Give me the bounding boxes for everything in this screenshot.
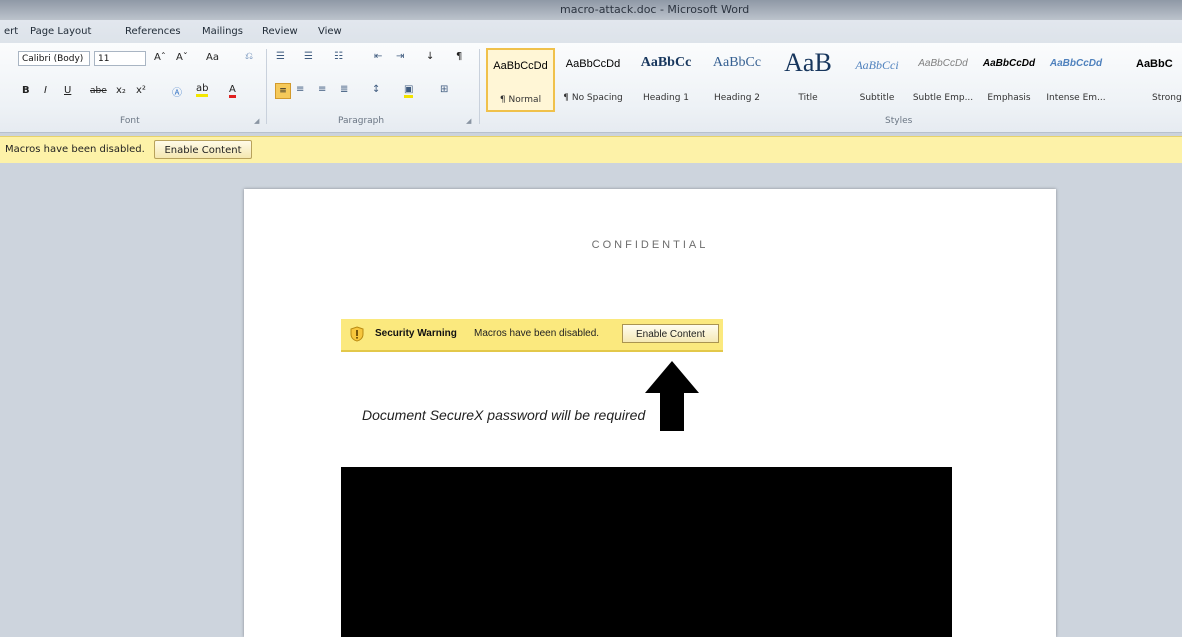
title-bar: macro-attack.doc - Microsoft Word xyxy=(0,0,1182,20)
align-center-icon[interactable]: ≡ xyxy=(296,84,304,95)
style-name: Heading 2 xyxy=(713,93,761,103)
security-warning-label: Security Warning xyxy=(375,328,457,339)
window-title: macro-attack.doc - Microsoft Word xyxy=(560,3,750,16)
style-sample: AaBbCci xyxy=(855,58,899,72)
grow-font-button[interactable]: Aˆ xyxy=(154,52,166,63)
group-label-paragraph: Paragraph xyxy=(338,116,385,126)
ribbon-tabs: ert Page Layout References Mailings Revi… xyxy=(0,20,1182,43)
style-subtitle[interactable]: AaBbCci Subtitle xyxy=(845,48,909,112)
group-label-font: Font xyxy=(120,116,140,126)
redacted-image xyxy=(341,467,952,637)
style-name: ¶ Normal xyxy=(499,95,542,105)
style-sample: AaBbCcDd xyxy=(1049,58,1103,69)
enable-content-button[interactable]: Enable Content xyxy=(154,140,252,159)
style-name: Heading 1 xyxy=(642,93,690,103)
subscript-button[interactable]: x₂ xyxy=(116,85,126,96)
sort-button[interactable]: ↓ xyxy=(426,51,434,62)
instruction-text: Document SecureX password will be requir… xyxy=(362,407,646,423)
style-intense-emphasis[interactable]: AaBbCcDd Intense Em... xyxy=(1043,48,1109,112)
tab-review[interactable]: Review xyxy=(262,26,298,37)
warning-shield-icon xyxy=(350,326,364,342)
style-title[interactable]: AaB Title xyxy=(774,48,842,112)
tab-references[interactable]: References xyxy=(125,26,181,37)
tab-mailings[interactable]: Mailings xyxy=(202,26,243,37)
style-sample: AaBbC xyxy=(1136,58,1173,70)
style-subtle-emphasis[interactable]: AaBbCcDd Subtle Emp... xyxy=(911,48,975,112)
fake-enable-content-button: Enable Content xyxy=(622,324,719,343)
style-sample: AaBbCc xyxy=(712,55,762,70)
message-bar-text: Macros have been disabled. xyxy=(5,144,145,155)
document-header: CONFIDENTIAL xyxy=(591,239,709,251)
style-sample: AaBbCc xyxy=(640,55,692,70)
style-emphasis[interactable]: AaBbCcDd Emphasis xyxy=(977,48,1041,112)
align-right-icon[interactable]: ≡ xyxy=(318,84,326,95)
text-effects-icon[interactable]: Ⓐ xyxy=(172,84,182,99)
arrow-up-icon xyxy=(645,361,699,431)
shrink-font-button[interactable]: Aˇ xyxy=(176,52,188,63)
style-name: Emphasis xyxy=(987,93,1031,103)
strikethrough-button[interactable]: abe xyxy=(90,86,107,96)
style-name: Intense Em... xyxy=(1046,93,1106,103)
bold-button[interactable]: B xyxy=(22,85,30,96)
paragraph-dialog-launcher-icon[interactable]: ◢ xyxy=(466,117,471,125)
shading-icon[interactable]: ▣ xyxy=(404,84,414,98)
justify-icon[interactable]: ≣ xyxy=(340,84,348,95)
security-warning-message: Macros have been disabled. xyxy=(474,328,600,339)
show-formatting-button[interactable]: ¶ xyxy=(456,51,462,62)
font-color-button[interactable]: A xyxy=(229,84,236,98)
style-heading-1[interactable]: AaBbCc Heading 1 xyxy=(632,48,700,112)
tab-view[interactable]: View xyxy=(318,26,342,37)
style-name: Subtle Emp... xyxy=(912,93,974,103)
superscript-button[interactable]: x² xyxy=(136,85,146,96)
ribbon: Calibri (Body) 11 Aˆ Aˇ Aa ⎌ B I U abe x… xyxy=(0,43,1182,133)
line-spacing-icon[interactable]: ↕ xyxy=(372,84,380,95)
style-sample: AaBbCcDd xyxy=(565,58,621,70)
italic-button[interactable]: I xyxy=(44,85,47,96)
style-normal[interactable]: AaBbCcDd ¶ Normal xyxy=(486,48,555,112)
style-sample: AaB xyxy=(784,48,832,77)
style-name: Subtitle xyxy=(859,93,895,103)
highlight-icon[interactable]: ab xyxy=(196,84,209,97)
font-size-combo[interactable]: 11 xyxy=(94,51,146,66)
multilevel-list-icon[interactable]: ☷ xyxy=(334,51,343,62)
style-heading-2[interactable]: AaBbCc Heading 2 xyxy=(703,48,771,112)
style-sample: AaBbCcDd xyxy=(918,58,968,69)
style-sample: AaBbCcDd xyxy=(982,58,1036,69)
fake-security-warning: Security Warning Macros have been disabl… xyxy=(341,319,723,352)
font-name-combo[interactable]: Calibri (Body) xyxy=(18,51,90,66)
increase-indent-icon[interactable]: ⇥ xyxy=(396,51,404,62)
clear-formatting-icon[interactable]: ⎌ xyxy=(245,51,253,62)
separator xyxy=(266,49,267,124)
borders-icon[interactable]: ⊞ xyxy=(440,84,448,95)
separator xyxy=(479,49,480,124)
style-name: Title xyxy=(798,93,818,103)
style-strong[interactable]: AaBbC Strong xyxy=(1112,48,1182,112)
style-sample: AaBbCcDd xyxy=(493,60,548,72)
tab-page-layout[interactable]: Page Layout xyxy=(30,26,91,37)
font-dialog-launcher-icon[interactable]: ◢ xyxy=(254,117,259,125)
decrease-indent-icon[interactable]: ⇤ xyxy=(374,51,382,62)
numbering-icon[interactable]: ☰ xyxy=(304,51,313,62)
change-case-button[interactable]: Aa xyxy=(206,52,219,63)
tab-insert[interactable]: ert xyxy=(4,26,18,37)
message-bar: Macros have been disabled. Enable Conten… xyxy=(0,136,1182,164)
bullets-icon[interactable]: ☰ xyxy=(276,51,285,62)
style-name: ¶ No Spacing xyxy=(563,93,623,103)
group-label-styles: Styles xyxy=(885,116,913,126)
align-left-icon[interactable]: ≡ xyxy=(275,83,291,99)
style-name: Strong xyxy=(1152,93,1182,103)
style-no-spacing[interactable]: AaBbCcDd ¶ No Spacing xyxy=(558,48,628,112)
underline-button[interactable]: U xyxy=(64,85,71,96)
